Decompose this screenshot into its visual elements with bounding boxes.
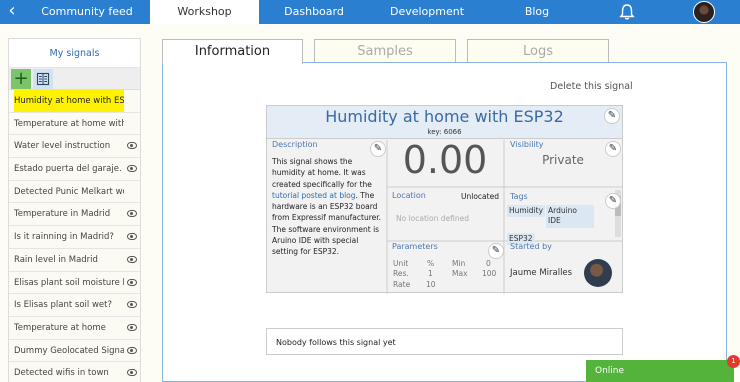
- sidebar-item-label: Elisas plant soil moisture le: [14, 277, 124, 288]
- visibility-value: Private: [542, 153, 584, 167]
- signal-key: key: 6066: [427, 128, 462, 136]
- sidebar-toolbar: +: [9, 68, 140, 90]
- eye-icon[interactable]: [127, 165, 137, 173]
- param-rate-label: Rate: [393, 280, 411, 289]
- sidebar-item-label: Detected Punic Melkart wo: [14, 186, 124, 197]
- tag-chip: Humidity: [507, 205, 546, 217]
- tutorial-link[interactable]: tutorial posted at blog: [272, 191, 356, 200]
- eye-icon[interactable]: [127, 142, 137, 150]
- sidebar-item-label: Is Elisas plant soil wet?: [14, 300, 112, 311]
- param-unit-label: Unit: [393, 259, 409, 268]
- sidebar-item-signal[interactable]: Humidity at home with ESP32: [9, 90, 140, 113]
- sidebar-item-label: Temperature in Madrid: [14, 209, 111, 220]
- sidebar-item-signal[interactable]: Estado puerta del garaje.: [9, 158, 140, 181]
- sidebar-title: My signals: [9, 39, 140, 68]
- location-title: Location: [392, 191, 426, 200]
- nav-dashboard[interactable]: Dashboard: [259, 0, 369, 24]
- sidebar-item-signal[interactable]: Detected Punic Melkart wo: [9, 180, 140, 204]
- eye-icon[interactable]: [127, 210, 137, 218]
- sidebar-item-signal[interactable]: Water level instruction: [9, 135, 140, 159]
- sidebar-item-signal[interactable]: Dummy Geolocated Signal: [9, 339, 140, 363]
- started-by-title: Started by: [510, 242, 552, 251]
- bell-icon[interactable]: [618, 3, 636, 21]
- param-rate-value: 10: [426, 280, 436, 289]
- tab-information[interactable]: Information: [162, 39, 303, 64]
- sidebar-item-signal[interactable]: Temperature in Madrid: [9, 203, 140, 227]
- list-icon: [36, 72, 50, 86]
- edit-parameters-pencil-icon[interactable]: ✎: [488, 243, 504, 259]
- eye-icon[interactable]: [127, 233, 137, 241]
- tags-title: Tags: [510, 192, 528, 201]
- online-chat-button[interactable]: Online: [586, 360, 734, 382]
- tab-logs[interactable]: Logs: [467, 39, 609, 63]
- eye-icon[interactable]: [127, 278, 137, 286]
- owner-name[interactable]: Jaume Miralles: [510, 268, 572, 278]
- sidebar-item-label: Temperature at home: [14, 322, 106, 333]
- signals-sidebar: My signals + Humidity at home with ESP32…: [8, 38, 141, 382]
- followers-message: Nobody follows this signal yet: [266, 328, 623, 355]
- location-status: Unlocated: [461, 192, 499, 201]
- list-view-button[interactable]: [33, 69, 53, 89]
- nav-community-feed[interactable]: Community feed: [24, 0, 150, 24]
- sidebar-item-label: Estado puerta del garaje.: [14, 164, 122, 175]
- param-max-value: 100: [482, 269, 497, 278]
- sidebar-item-signal[interactable]: Temperature at home with: [9, 112, 140, 136]
- edit-description-pencil-icon[interactable]: ✎: [370, 141, 386, 157]
- signal-value: 0.00: [402, 138, 488, 182]
- top-nav-bar: ‹ Community feed Workshop Dashboard Deve…: [0, 0, 740, 24]
- nav-workshop[interactable]: Workshop: [150, 0, 259, 24]
- description-title: Description: [272, 140, 318, 149]
- eye-icon[interactable]: [127, 346, 137, 354]
- signal-card-header: Humidity at home with ESP32 key: 6066: [267, 106, 622, 139]
- edit-tags-pencil-icon[interactable]: ✎: [605, 193, 621, 209]
- sidebar-item-label: Rain level in Madrid: [14, 254, 98, 265]
- edit-title-pencil-icon[interactable]: ✎: [604, 108, 620, 124]
- sidebar-item-signal[interactable]: Temperature at home: [9, 316, 140, 340]
- param-min-value: 0: [486, 259, 491, 268]
- eye-icon[interactable]: [127, 369, 137, 377]
- param-res-label: Res.: [393, 269, 409, 278]
- notification-badge: 1: [727, 355, 740, 368]
- sidebar-item-label: Detected wifis in town: [14, 368, 109, 379]
- sidebar-item-signal[interactable]: Is Elisas plant soil wet?: [9, 294, 140, 317]
- back-icon[interactable]: ‹: [0, 0, 24, 24]
- tag-chip: Arduino IDE: [546, 205, 594, 228]
- sidebar-item-signal[interactable]: Rain level in Madrid: [9, 248, 140, 272]
- sidebar-item-label: Is it rainning in Madrid?: [14, 232, 114, 243]
- sidebar-item-label: Dummy Geolocated Signal: [14, 345, 124, 356]
- add-signal-button[interactable]: +: [11, 69, 31, 89]
- description-line1: This signal shows the humidity at home.: [272, 157, 353, 178]
- sidebar-item-label: Temperature at home with: [14, 118, 124, 129]
- visibility-title: Visibility: [510, 140, 544, 149]
- param-max-label: Max: [452, 269, 468, 278]
- sidebar-item-signal[interactable]: Is it rainning in Madrid?: [9, 226, 140, 249]
- nav-blog[interactable]: Blog: [485, 0, 589, 24]
- parameters-title: Parameters: [392, 242, 438, 251]
- owner-avatar[interactable]: [584, 259, 612, 287]
- nav-development[interactable]: Development: [369, 0, 485, 24]
- param-unit-value: %: [427, 259, 435, 268]
- delete-signal-link[interactable]: Delete this signal: [550, 81, 633, 92]
- location-placeholder: No location defined: [396, 214, 469, 223]
- eye-icon[interactable]: [127, 255, 137, 263]
- param-min-label: Min: [452, 259, 466, 268]
- sidebar-item-signal[interactable]: Elisas plant soil moisture le: [9, 271, 140, 295]
- user-avatar[interactable]: [693, 1, 715, 23]
- sidebar-item-label: Humidity at home with ESP32: [14, 90, 124, 112]
- description-line4: The software environment is Aruino IDE w…: [272, 224, 380, 257]
- param-res-value: 1: [428, 269, 433, 278]
- signal-title: Humidity at home with ESP32: [325, 107, 564, 126]
- eye-icon[interactable]: [127, 323, 137, 331]
- sidebar-item-signal[interactable]: Detected wifis in town: [9, 362, 140, 382]
- sidebar-item-label: Water level instruction: [14, 141, 111, 152]
- description-text: This signal shows the humidity at home. …: [272, 156, 384, 258]
- eye-icon[interactable]: [127, 301, 137, 309]
- tab-samples[interactable]: Samples: [314, 39, 456, 63]
